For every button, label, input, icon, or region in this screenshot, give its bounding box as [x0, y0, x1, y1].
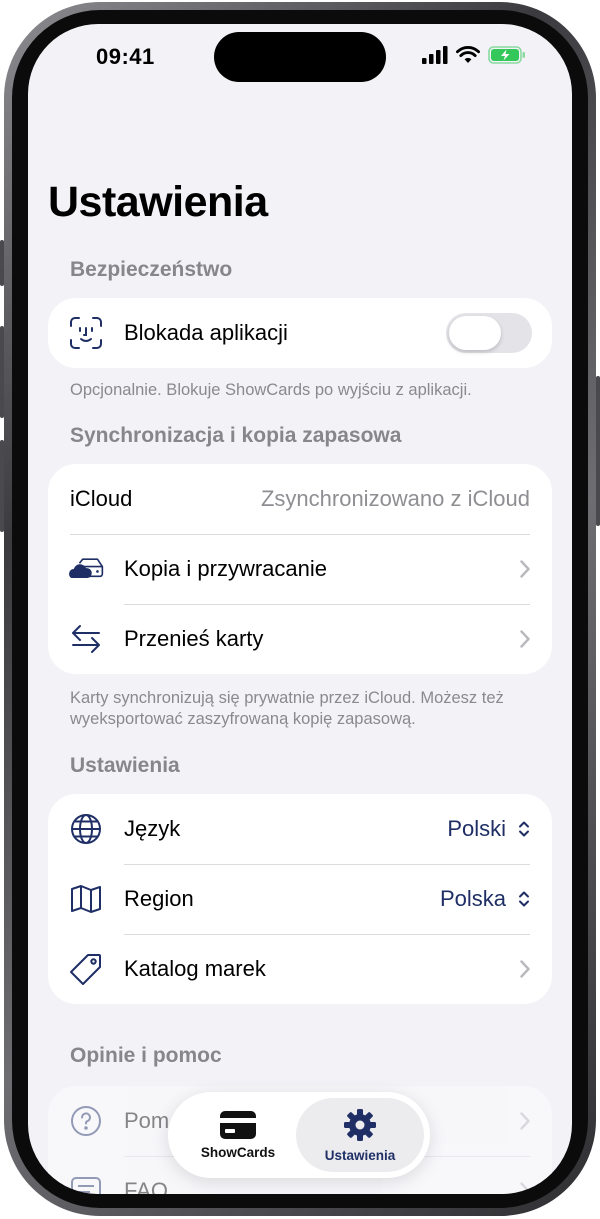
transfer-cards-row[interactable]: Przenieś karty — [48, 604, 552, 674]
question-circle-icon — [68, 1103, 104, 1139]
section-header-sync: Synchronizacja i kopia zapasowa — [70, 424, 402, 447]
app-lock-label: Blokada aplikacji — [124, 320, 288, 345]
chevron-right-icon — [520, 630, 530, 648]
backup-restore-row[interactable]: Kopia i przywracanie — [48, 534, 552, 604]
tab-label-settings: Ustawienia — [324, 1147, 396, 1163]
page-title: Ustawienia — [48, 178, 268, 226]
backup-restore-label: Kopia i przywracanie — [124, 556, 327, 581]
chevron-right-icon — [520, 560, 530, 578]
brand-catalog-row[interactable]: Katalog marek — [48, 934, 552, 1004]
brand-catalog-label: Katalog marek — [124, 956, 266, 981]
card-icon — [220, 1110, 256, 1139]
tab-showcards[interactable]: ShowCards — [178, 1098, 298, 1172]
gear-icon — [344, 1108, 376, 1141]
section-header-security: Bezpieczeństwo — [70, 258, 233, 281]
region-row[interactable]: Region Polska — [48, 864, 552, 934]
battery-charging-icon — [488, 46, 525, 64]
sync-footnote: Karty synchronizują się prywatnie przez … — [70, 689, 504, 728]
power-button — [596, 376, 600, 526]
status-icons — [422, 46, 526, 64]
transfer-cards-label: Przenieś karty — [124, 626, 264, 651]
app-lock-toggle[interactable] — [446, 313, 532, 353]
region-value[interactable]: Polska — [440, 886, 506, 912]
icloud-status: Zsynchronizowano z iCloud — [260, 486, 530, 511]
volume-down-button — [0, 440, 4, 532]
chevron-right-icon — [520, 1112, 530, 1130]
section-header-feedback: Opinie i pomoc — [70, 1044, 222, 1067]
toggle-knob — [449, 316, 501, 350]
help-label: Pom — [124, 1108, 170, 1133]
chevron-up-down-icon — [519, 891, 529, 907]
action-button — [0, 240, 4, 286]
security-footnote: Opcjonalnie. Blokuje ShowCards po wyjści… — [70, 381, 472, 399]
volume-up-button — [0, 326, 4, 418]
dynamic-island — [214, 32, 386, 82]
screen: 09:41 Ustawienia Bezpieczeństwo Blokada … — [28, 24, 572, 1194]
section-header-settings: Ustawienia — [70, 754, 180, 777]
faq-list-icon — [68, 1173, 104, 1194]
sync-group: iCloud Zsynchronizowano z iCloud Kopia i… — [48, 464, 552, 674]
language-value[interactable]: Polski — [447, 816, 506, 842]
faq-label: FAQ — [124, 1178, 169, 1194]
settings-group: Język Polski Region Polska Katalog marek — [48, 794, 552, 1004]
cellular-signal-icon — [422, 46, 448, 64]
icloud-row: iCloud Zsynchronizowano z iCloud — [48, 464, 552, 534]
wifi-icon — [456, 46, 480, 63]
security-group: Blokada aplikacji — [48, 298, 552, 368]
face-id-icon — [68, 315, 104, 351]
tab-settings[interactable]: Ustawienia — [296, 1098, 424, 1172]
transfer-arrows-icon — [68, 621, 104, 657]
region-label: Region — [124, 886, 194, 911]
tab-bar: ShowCards Ustawienia — [168, 1092, 430, 1178]
language-row[interactable]: Język Polski — [48, 794, 552, 864]
cloud-drive-icon — [68, 551, 104, 587]
globe-icon — [68, 811, 104, 847]
chevron-right-icon — [520, 1182, 530, 1194]
app-lock-row[interactable]: Blokada aplikacji — [48, 298, 552, 368]
map-icon — [68, 881, 104, 917]
tab-label-showcards: ShowCards — [200, 1144, 276, 1160]
icloud-label: iCloud — [70, 486, 133, 511]
status-time: 09:41 — [96, 44, 155, 69]
tag-icon — [68, 951, 104, 987]
language-label: Język — [124, 816, 181, 841]
chevron-up-down-icon — [519, 821, 529, 837]
chevron-right-icon — [520, 960, 530, 978]
